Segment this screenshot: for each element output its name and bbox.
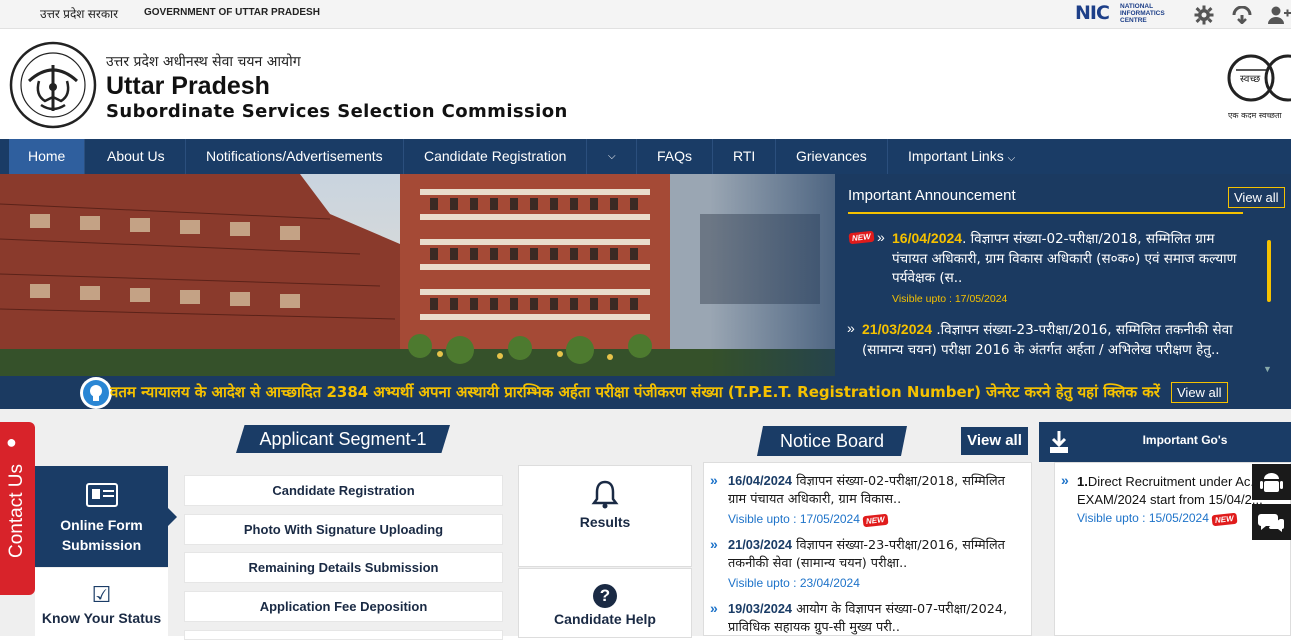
chevron-down-icon: ⌵ [1007, 153, 1016, 164]
new-badge: NEW [1211, 512, 1238, 527]
contact-us-tab[interactable]: ● Contact Us [0, 422, 35, 595]
notice-visible-upto: Visible upto : 17/05/2024 NEW [728, 512, 889, 528]
announcement-visible-upto: Visible upto : 17/05/2024 [892, 293, 1008, 305]
user-add-icon[interactable] [1266, 4, 1291, 26]
nav-rti[interactable]: RTI [713, 139, 777, 174]
nav-candidate-registration[interactable]: Candidate Registration [404, 139, 588, 174]
nav-faqs[interactable]: FAQs [637, 139, 714, 174]
announcement-divider [848, 212, 1243, 214]
step-photo-signature-button[interactable]: Photo With Signature Uploading [184, 514, 503, 545]
gov-english-label: GOVERNMENT OF UTTAR PRADESH [144, 7, 320, 18]
announcement-scrollbar[interactable] [1267, 240, 1271, 302]
site-header: उत्तर प्रदेश अधीनस्थ सेवा चयन आयोग Uttar… [0, 30, 1291, 139]
notice-date: 16/04/2024 [728, 473, 793, 488]
step-candidate-registration-button[interactable]: Candidate Registration [184, 475, 503, 506]
lightbulb-icon-wrap [80, 377, 112, 409]
contact-us-label: Contact Us [6, 464, 27, 558]
announcement-item[interactable]: 16/04/2024. विज्ञापन संख्या-02-परीक्षा/2… [892, 229, 1247, 289]
new-badge: NEW [862, 513, 889, 528]
notice-item[interactable]: 21/03/2024 विज्ञापन संख्या-23-परीक्षा/20… [728, 536, 1018, 573]
chevron-down-icon: ⌵ [608, 151, 616, 162]
online-form-submission-tab[interactable]: Online Form Submission [35, 466, 177, 567]
download-icon[interactable] [1039, 422, 1079, 462]
notice-date: 19/03/2024 [728, 601, 793, 616]
ticker-text[interactable]: वतम न्यायालय के आदेश से आच्छादित 2384 अभ… [110, 382, 1172, 402]
notice-visible-upto: Visible upto : 23/04/2024 [728, 576, 860, 590]
online-form-label: Online Form Submission [60, 517, 143, 553]
nic-logo[interactable]: NIC NATIONAL INFORMATICS CENTRE [1075, 2, 1177, 24]
news-ticker: वतम न्यायालय के आदेश से आच्छादित 2384 अभ… [0, 376, 1291, 409]
candidate-help-label: Candidate Help [554, 611, 656, 627]
double-chevron-right-icon: » [877, 229, 885, 245]
ticker-view-all-button[interactable]: View all [1171, 382, 1228, 403]
nav-home[interactable]: Home [9, 139, 86, 174]
announcement-view-all-button[interactable]: View all [1228, 187, 1285, 208]
site-subtitle: Subordinate Services Selection Commissio… [106, 101, 568, 122]
announcement-date: 16/04/2024 [892, 230, 963, 246]
nav-grievances[interactable]: Grievances [776, 139, 888, 174]
up-emblem-logo[interactable] [9, 41, 97, 129]
gear-icon[interactable] [1191, 4, 1217, 26]
double-chevron-right-icon: » [710, 472, 718, 488]
hero-banner-image [0, 174, 835, 376]
double-chevron-right-icon: » [710, 536, 718, 552]
double-chevron-right-icon: » [1061, 472, 1069, 488]
applicant-segment-heading: Applicant Segment-1 [236, 425, 450, 453]
id-card-icon [85, 483, 118, 507]
hindi-title: उत्तर प्रदेश अधीनस्थ सेवा चयन आयोग [106, 54, 301, 70]
go-visible-upto: Visible upto : 15/05/2024 NEW [1077, 511, 1238, 527]
new-badge: NEW [848, 230, 875, 245]
nic-logo-text: NATIONAL INFORMATICS CENTRE [1120, 3, 1165, 24]
double-chevron-right-icon: » [847, 320, 855, 336]
results-card[interactable]: Results [518, 465, 692, 567]
chat-icon[interactable] [1252, 504, 1291, 540]
gov-hindi-label: उत्तर प्रदेश सरकार [40, 7, 119, 21]
nav-more-dropdown[interactable]: ⌵ [587, 139, 637, 174]
candidate-help-card[interactable]: ? Candidate Help [518, 568, 692, 638]
important-announcement-panel: Important Announcement View all NEW » 16… [835, 174, 1291, 376]
double-chevron-right-icon: » [710, 600, 718, 616]
nav-notifications[interactable]: Notifications/Advertisements [186, 139, 404, 174]
swachh-tagline: एक कदम स्वच्छता [1228, 111, 1282, 120]
top-bar: उत्तर प्रदेश सरकार GOVERNMENT OF UTTAR P… [0, 0, 1291, 29]
tab-pointer [168, 508, 177, 526]
know-status-label: Know Your Status [41, 610, 162, 626]
check-square-icon: ☑ [91, 582, 112, 607]
notice-date: 21/03/2024 [728, 537, 793, 552]
results-label: Results [579, 514, 631, 530]
svg-text:स्वच्छ: स्वच्छ [1240, 74, 1260, 85]
swachh-bharat-logo[interactable]: स्वच्छ एक कदम स्वच्छता [1226, 48, 1291, 123]
scroll-down-icon[interactable]: ▼ [1263, 364, 1272, 374]
announcement-item[interactable]: 21/03/2024 .विज्ञापन संख्या-23-परीक्षा/2… [862, 320, 1247, 360]
important-gos-heading: Important Go's [1079, 422, 1291, 462]
nic-logo-abbr: NIC [1075, 2, 1110, 24]
notice-item[interactable]: 16/04/2024 विज्ञापन संख्या-02-परीक्षा/20… [728, 472, 1018, 509]
step-fee-deposition-button[interactable]: Application Fee Deposition [184, 591, 503, 622]
notice-board-heading: Notice Board [757, 426, 907, 456]
notice-item[interactable]: 19/03/2024 आयोग के विज्ञापन संख्या-07-पर… [728, 600, 1018, 635]
notice-board-list: » 16/04/2024 विज्ञापन संख्या-02-परीक्षा/… [703, 462, 1032, 636]
nav-important-links[interactable]: Important Links ⌵ [888, 139, 1035, 174]
site-title: Uttar Pradesh [106, 72, 270, 100]
accessibility-icon[interactable] [1229, 4, 1255, 26]
question-icon: ? [593, 584, 617, 608]
announcement-title: Important Announcement [848, 187, 1016, 204]
know-your-status-tab[interactable]: ☑ Know Your Status [35, 568, 168, 636]
bell-icon [519, 479, 691, 514]
step-next-button[interactable] [184, 630, 503, 640]
android-icon[interactable] [1252, 464, 1291, 500]
notice-view-all-button[interactable]: View all [961, 427, 1028, 455]
announcement-date: 21/03/2024 [862, 321, 933, 337]
nav-about-us[interactable]: About Us [87, 139, 186, 174]
step-remaining-details-button[interactable]: Remaining Details Submission [184, 552, 503, 583]
lightbulb-icon [83, 380, 109, 406]
nav-important-links-label: Important Links [908, 148, 1004, 164]
main-nav: Home About Us Notifications/Advertisemen… [0, 139, 1291, 174]
